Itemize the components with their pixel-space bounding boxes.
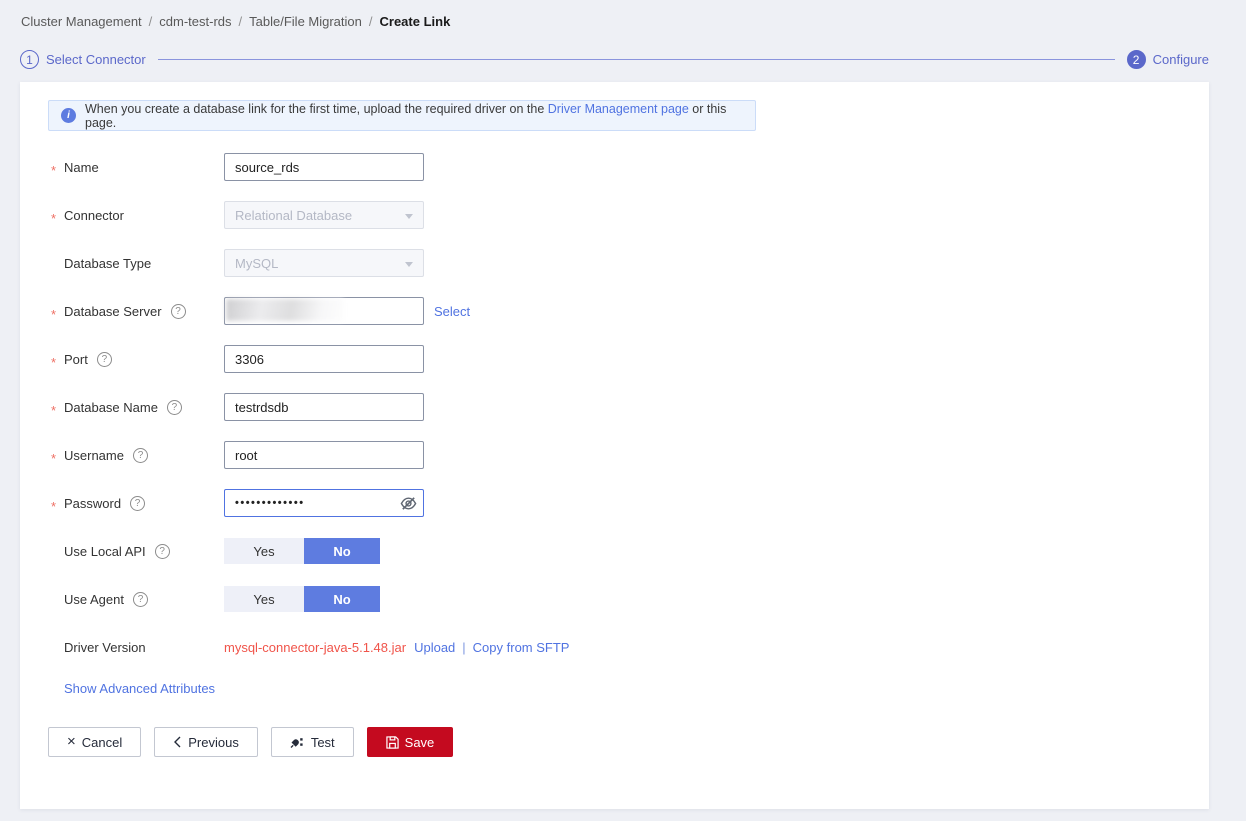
step-indicator: 1 Select Connector 2 Configure [20, 50, 1209, 69]
copy-from-sftp-link[interactable]: Copy from SFTP [473, 640, 570, 655]
chevron-down-icon [405, 214, 413, 219]
driver-file-name: mysql-connector-java-5.1.48.jar [224, 639, 407, 655]
upload-driver-link[interactable]: Upload [414, 640, 455, 655]
step-2-label: Configure [1152, 52, 1209, 67]
name-input[interactable] [224, 153, 424, 181]
breadcrumb-cluster-management[interactable]: Cluster Management [21, 14, 142, 29]
use-local-api-yes-button[interactable]: Yes [224, 538, 304, 564]
help-icon[interactable]: ? [154, 543, 170, 559]
connector-label: * Connector [51, 207, 124, 226]
field-row-connector: * Connector Relational Database [48, 201, 1181, 229]
database-type-label: Database Type [64, 255, 152, 271]
password-label: * Password ? [48, 495, 224, 514]
required-marker: * [51, 354, 57, 370]
breadcrumb-migration[interactable]: Table/File Migration [249, 14, 362, 29]
driver-management-link[interactable]: Driver Management page [548, 102, 689, 116]
help-icon[interactable]: ? [130, 495, 146, 511]
save-icon [385, 735, 399, 749]
link-separator: | [462, 639, 466, 655]
redacted-server-value [226, 299, 344, 321]
info-banner: i When you create a database link for th… [48, 100, 756, 131]
use-agent-yes-button[interactable]: Yes [224, 586, 304, 612]
step-1-label: Select Connector [46, 52, 146, 67]
port-input[interactable] [224, 345, 424, 373]
field-row-use-local-api: Use Local API ? Yes No [48, 537, 1181, 565]
previous-button[interactable]: Previous [154, 727, 258, 757]
required-marker: * [51, 162, 57, 178]
breadcrumb-separator: / [238, 14, 243, 29]
step-2-circle: 2 [1126, 50, 1146, 69]
info-banner-text: When you create a database link for the … [85, 102, 743, 130]
use-local-api-label: Use Local API ? [48, 543, 224, 559]
field-row-database-type: Database Type MySQL [48, 249, 1181, 277]
help-icon[interactable]: ? [132, 447, 148, 463]
username-label: * Username ? [48, 447, 224, 466]
eye-slash-icon[interactable] [400, 495, 417, 512]
test-connection-icon [290, 737, 303, 748]
banner-text-before: When you create a database link for the … [85, 101, 548, 116]
driver-links: Upload | Copy from SFTP [414, 640, 569, 655]
connector-select-value: Relational Database [235, 207, 353, 223]
database-name-label: * Database Name ? [48, 399, 224, 418]
required-marker: * [51, 450, 57, 466]
database-type-select-value: MySQL [235, 255, 279, 271]
field-row-database-server: * Database Server ? Select [48, 297, 1181, 325]
help-icon[interactable]: ? [133, 591, 148, 607]
cancel-button[interactable]: × Cancel [48, 727, 142, 757]
breadcrumb: Cluster Management / cdm-test-rds / Tabl… [0, 0, 1246, 29]
breadcrumb-current-page: Create Link [379, 14, 451, 29]
required-marker: * [51, 210, 57, 226]
chevron-left-icon [174, 736, 181, 748]
database-name-input[interactable] [224, 393, 424, 421]
use-local-api-toggle: Yes No [224, 538, 380, 564]
chevron-down-icon [405, 262, 413, 267]
info-icon: i [61, 108, 76, 123]
database-type-select: MySQL [224, 249, 424, 277]
use-agent-toggle: Yes No [224, 586, 380, 612]
advanced-attributes-row: Show Advanced Attributes [64, 681, 1181, 701]
test-button[interactable]: Test [270, 727, 354, 757]
step-select-connector[interactable]: 1 Select Connector [20, 50, 146, 69]
field-row-use-agent: Use Agent ? Yes No [48, 585, 1181, 613]
step-1-circle: 1 [20, 50, 39, 69]
driver-version-label: Driver Version [64, 639, 146, 655]
use-local-api-no-button[interactable]: No [304, 538, 380, 564]
field-row-driver-version: Driver Version mysql-connector-java-5.1.… [48, 633, 1181, 661]
help-icon[interactable]: ? [166, 399, 182, 415]
breadcrumb-cluster-name[interactable]: cdm-test-rds [159, 14, 231, 29]
field-row-password: * Password ? [48, 489, 1181, 517]
breadcrumb-separator: / [148, 14, 153, 29]
use-agent-label: Use Agent ? [48, 591, 224, 607]
field-row-username: * Username ? [48, 441, 1181, 469]
username-input[interactable] [224, 441, 424, 469]
database-server-label: * Database Server ? [48, 303, 224, 322]
field-row-database-name: * Database Name ? [48, 393, 1181, 421]
database-server-input-wrap [224, 297, 424, 325]
help-icon[interactable]: ? [170, 303, 186, 319]
save-button[interactable]: Save [366, 727, 454, 757]
help-icon[interactable]: ? [96, 351, 112, 367]
required-marker: * [51, 402, 57, 418]
select-server-link[interactable]: Select [434, 304, 470, 319]
footer-buttons: × Cancel Previous Test Save [48, 727, 1181, 757]
password-input-wrap [224, 489, 424, 517]
connector-select: Relational Database [224, 201, 424, 229]
use-agent-no-button[interactable]: No [304, 586, 380, 612]
close-icon: × [67, 733, 76, 750]
field-row-name: * Name [48, 153, 1181, 181]
step-connector-line [157, 59, 1115, 60]
required-marker: * [51, 306, 57, 322]
required-marker: * [51, 498, 57, 514]
name-label: * Name [51, 159, 99, 178]
step-configure[interactable]: 2 Configure [1126, 50, 1209, 69]
create-link-form-card: i When you create a database link for th… [20, 82, 1209, 809]
password-input[interactable] [224, 489, 424, 517]
field-row-port: * Port ? [48, 345, 1181, 373]
show-advanced-attributes-link[interactable]: Show Advanced Attributes [64, 681, 215, 696]
breadcrumb-separator: / [368, 14, 373, 29]
port-label: * Port ? [48, 351, 224, 370]
